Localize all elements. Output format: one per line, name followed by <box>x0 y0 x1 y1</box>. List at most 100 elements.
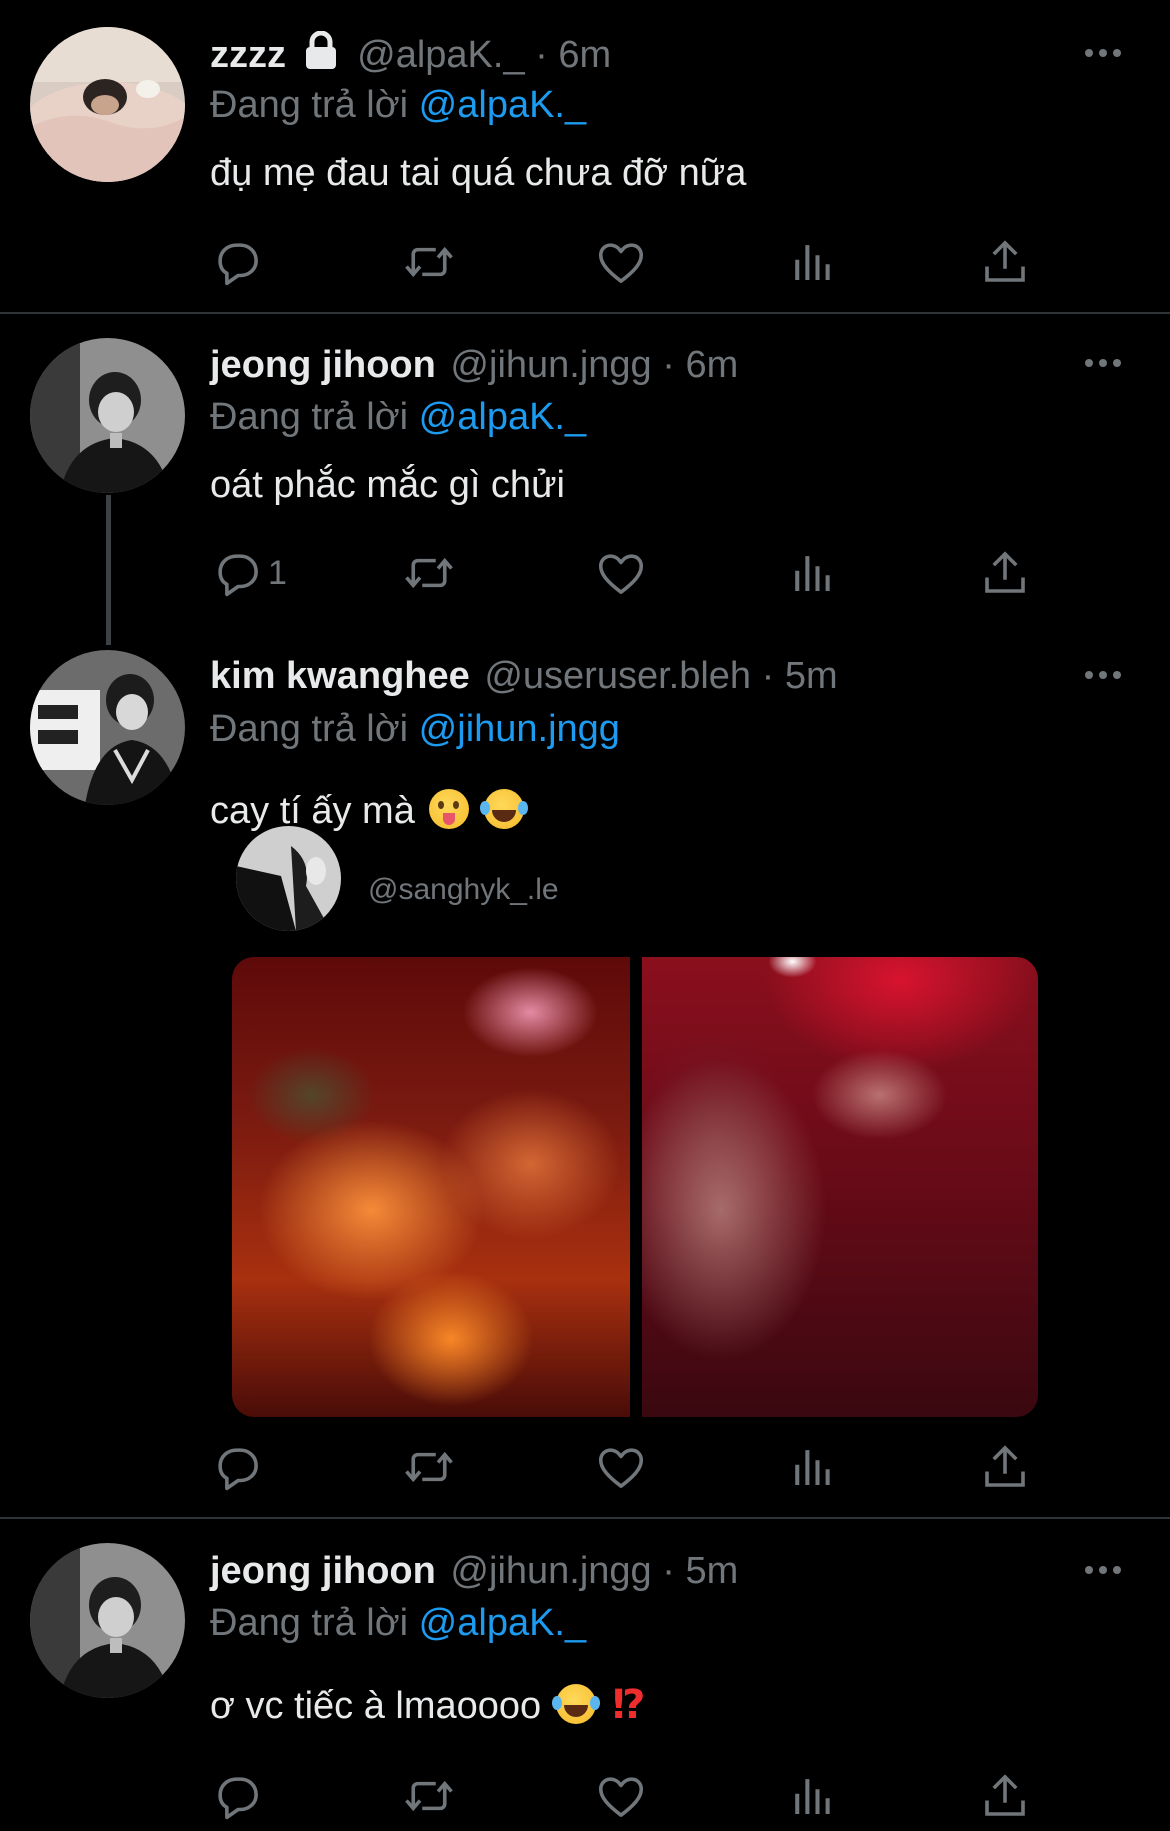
reply-mention[interactable]: @alpaK._ <box>419 396 586 438</box>
exclamation-question-mark-icon: ⁉ <box>612 1683 646 1727</box>
reply-button[interactable]: 1 <box>210 543 287 603</box>
analytics-icon <box>795 245 830 280</box>
more-options-icon[interactable] <box>1085 352 1129 372</box>
avatar[interactable] <box>30 650 185 805</box>
heart-icon <box>598 1777 644 1817</box>
heart-icon <box>598 1448 644 1488</box>
media-image[interactable] <box>642 957 1038 1417</box>
more-options-icon[interactable] <box>1085 1559 1129 1579</box>
reply-context: Đang trả lời @jihun.jngg <box>210 704 620 754</box>
retweet-button[interactable] <box>402 232 456 292</box>
tweet-header: jeong jihoon @jihun.jngg · 6m <box>210 340 738 390</box>
retweet-icon <box>405 1780 453 1812</box>
share-icon <box>985 240 1025 282</box>
more-options-icon[interactable] <box>1085 664 1129 684</box>
reply-count: 1 <box>268 553 287 592</box>
thread-line <box>106 495 111 645</box>
like-button[interactable] <box>594 543 648 603</box>
reply-mention[interactable]: @alpaK._ <box>419 84 586 126</box>
user-handle[interactable]: @jihun.jngg <box>450 1550 651 1592</box>
user-handle[interactable]: @jihun.jngg <box>450 344 651 386</box>
reply-prefix: Đang trả lời <box>210 1602 409 1644</box>
quoted-avatar[interactable] <box>236 826 341 931</box>
views-button[interactable] <box>786 1437 840 1497</box>
avatar[interactable] <box>30 27 185 182</box>
avatar[interactable] <box>30 1543 185 1698</box>
separator: · <box>651 344 686 386</box>
analytics-icon <box>795 1779 830 1814</box>
face-with-tears-of-joy-icon <box>479 789 524 829</box>
separator: · <box>751 655 785 697</box>
reply-icon <box>218 1448 258 1491</box>
tweet-text-line: ơ vc tiếc à lmaoooo ⁉ <box>210 1680 645 1731</box>
analytics-icon <box>795 556 830 591</box>
tweet-actions <box>210 232 1040 292</box>
tweet-actions <box>210 1766 1040 1826</box>
retweet-button[interactable] <box>402 1437 456 1497</box>
retweet-icon <box>405 1451 453 1483</box>
share-button[interactable] <box>978 1766 1032 1826</box>
reply-prefix: Đang trả lời <box>210 708 409 750</box>
display-name[interactable]: jeong jihoon <box>210 1550 436 1592</box>
timestamp[interactable]: 5m <box>785 655 838 697</box>
reply-button[interactable] <box>210 232 264 292</box>
timestamp[interactable]: 6m <box>558 34 611 76</box>
retweet-button[interactable] <box>402 1766 456 1826</box>
reply-button[interactable] <box>210 1766 264 1826</box>
like-button[interactable] <box>594 232 648 292</box>
more-options-icon[interactable] <box>1085 42 1129 62</box>
share-icon <box>985 1774 1025 1816</box>
tweet-text: đụ mẹ đau tai quá chưa đỡ nữa <box>210 152 747 194</box>
quoted-handle[interactable]: @sanghyk_.le <box>368 873 559 907</box>
heart-icon <box>598 243 644 283</box>
tweet-actions: 1 <box>210 543 1040 603</box>
reply-prefix: Đang trả lời <box>210 396 409 438</box>
like-button[interactable] <box>594 1766 648 1826</box>
share-button[interactable] <box>978 543 1032 603</box>
retweet-icon <box>405 557 453 589</box>
reply-mention[interactable]: @alpaK._ <box>419 1602 586 1644</box>
reply-icon <box>218 554 258 597</box>
analytics-icon <box>795 1450 830 1485</box>
tweet-divider <box>0 1517 1170 1519</box>
share-button[interactable] <box>978 1437 1032 1497</box>
share-icon <box>985 1445 1025 1487</box>
display-name[interactable]: zzzz <box>210 34 286 76</box>
reply-context: Đang trả lời @alpaK._ <box>210 80 586 130</box>
display-name[interactable]: jeong jihoon <box>210 344 436 386</box>
tweet-header: zzzz @alpaK._ · 6m <box>210 30 611 80</box>
timestamp[interactable]: 5m <box>685 1550 738 1592</box>
views-button[interactable] <box>786 543 840 603</box>
user-handle[interactable]: @alpaK._ <box>357 34 524 76</box>
reply-icon <box>218 243 258 286</box>
reply-context: Đang trả lời @alpaK._ <box>210 1598 586 1648</box>
views-button[interactable] <box>786 1766 840 1826</box>
lock-icon <box>303 30 339 84</box>
user-handle[interactable]: @useruser.bleh <box>484 655 751 697</box>
face-with-tears-of-joy-icon <box>551 1684 596 1724</box>
avatar[interactable] <box>30 338 185 493</box>
retweet-icon <box>405 246 453 278</box>
heart-icon <box>598 554 644 594</box>
reply-prefix: Đang trả lời <box>210 84 409 126</box>
reply-mention[interactable]: @jihun.jngg <box>419 708 620 750</box>
views-button[interactable] <box>786 232 840 292</box>
media-image[interactable] <box>232 957 630 1417</box>
like-button[interactable] <box>594 1437 648 1497</box>
tweet-text: oát phắc mắc gì chửi <box>210 464 565 506</box>
tweet-actions <box>210 1437 1040 1497</box>
separator: · <box>651 1550 686 1592</box>
reply-icon <box>218 1777 258 1820</box>
retweet-button[interactable] <box>402 543 456 603</box>
face-with-tongue-icon <box>429 789 470 829</box>
timestamp[interactable]: 6m <box>685 344 738 386</box>
display-name[interactable]: kim kwanghee <box>210 655 470 697</box>
reply-context: Đang trả lời @alpaK._ <box>210 392 586 442</box>
reply-button[interactable] <box>210 1437 264 1497</box>
share-button[interactable] <box>978 232 1032 292</box>
tweet-text: cay tí ấy mà <box>210 790 415 832</box>
tweet-header: kim kwanghee @useruser.bleh · 5m <box>210 651 838 701</box>
tweet-text: ơ vc tiếc à lmaoooo <box>210 1685 542 1727</box>
tweet-divider <box>0 312 1170 314</box>
separator: · <box>524 34 559 76</box>
